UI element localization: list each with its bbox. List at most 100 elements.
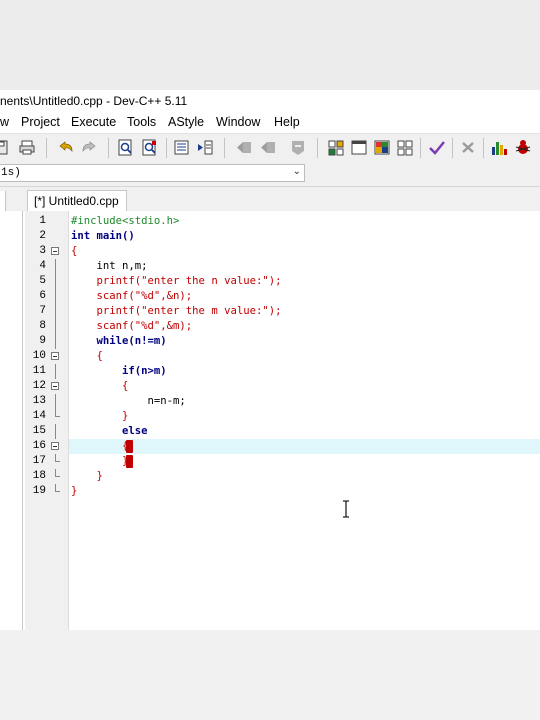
toolbar-separator (452, 138, 453, 158)
compiler-select[interactable]: 1s) ⌄ (0, 164, 305, 182)
toolbar-separator (483, 138, 484, 158)
indent-icon[interactable] (173, 139, 191, 156)
toolbar (0, 133, 540, 163)
devcpp-window: nents\Untitled0.cpp - Dev-C++ 5.11 w Pro… (0, 90, 540, 630)
code-line: 12 { (25, 379, 540, 394)
code-line: 15 else (25, 424, 540, 439)
save-all-icon[interactable] (0, 139, 10, 156)
menu-view[interactable]: w (0, 115, 9, 129)
toolbar-separator (166, 138, 167, 158)
code-text: } (71, 410, 129, 422)
fold-line (55, 394, 56, 409)
toolbar-separator (224, 138, 225, 158)
line-number: 7 (39, 305, 46, 317)
line-number: 13 (32, 395, 46, 407)
code-text: int main() (71, 230, 135, 242)
toolbar-separator (46, 138, 47, 158)
fold-line (55, 304, 56, 319)
tab-untitled0[interactable]: [*] Untitled0.cpp (27, 190, 127, 211)
toolbar-separator (420, 138, 421, 158)
line-number: 9 (39, 335, 46, 347)
line-number: 16 (32, 440, 46, 452)
line-number: 17 (32, 455, 46, 467)
code-text: { (71, 380, 129, 392)
menu-bar: w Project Execute Tools AStyle Window He… (0, 112, 540, 132)
code-line: 8 scanf("%d",&m); (25, 319, 540, 334)
fold-end-marker (55, 409, 60, 417)
line-number: 2 (39, 230, 46, 242)
menu-help[interactable]: Help (274, 115, 300, 129)
fold-toggle-icon[interactable] (51, 442, 59, 450)
debug-icon[interactable] (514, 139, 532, 156)
chart-icon[interactable] (490, 139, 508, 156)
line-number: 19 (32, 485, 46, 497)
project-browser-panel (0, 211, 23, 630)
code-text: { (71, 350, 103, 362)
line-number: 12 (32, 380, 46, 392)
code-line: 13 n=n-m; (25, 394, 540, 409)
menu-project[interactable]: Project (21, 115, 60, 129)
line-number: 10 (32, 350, 46, 362)
fold-end-marker (55, 469, 60, 477)
menu-astyle[interactable]: AStyle (168, 115, 204, 129)
code-text: } (71, 470, 103, 482)
line-number: 18 (32, 470, 46, 482)
code-line: 4 int n,m; (25, 259, 540, 274)
fold-toggle-icon[interactable] (51, 382, 59, 390)
project-panel-tab[interactable] (0, 191, 6, 211)
code-text: while(n!=m) (71, 335, 167, 347)
menu-window[interactable]: Window (216, 115, 260, 129)
new-project-icon[interactable] (327, 139, 345, 156)
layout-icon[interactable] (373, 139, 391, 156)
fold-line (55, 274, 56, 289)
code-line: 2 int main() (25, 229, 540, 244)
bookmark-next-icon[interactable] (259, 139, 277, 156)
find-icon[interactable] (117, 139, 135, 156)
chevron-down-icon[interactable]: ⌄ (293, 166, 301, 177)
fold-toggle-icon[interactable] (51, 352, 59, 360)
undo-icon[interactable] (57, 139, 75, 156)
print-icon[interactable] (18, 139, 36, 156)
fold-line (55, 364, 56, 379)
redo-icon[interactable] (80, 139, 98, 156)
code-text: printf("enter the m value:"); (71, 305, 282, 317)
brace-match-highlight (126, 440, 133, 453)
code-text: } (71, 455, 129, 467)
toolbar-separator (108, 138, 109, 158)
code-text: } (71, 485, 78, 497)
code-line: 5 printf("enter the n value:"); (25, 274, 540, 289)
code-line: 11 if(n>m) (25, 364, 540, 379)
code-editor[interactable]: 1 #include<stdio.h> 2 int main() 3{4 int n,m… (25, 211, 540, 630)
editor-tabs: [*] Untitled0.cpp (0, 187, 540, 211)
code-line: 9 while(n!=m) (25, 334, 540, 349)
code-text: { (71, 245, 78, 257)
menu-tools[interactable]: Tools (127, 115, 156, 129)
fold-toggle-icon[interactable] (51, 247, 59, 255)
code-line: 6 scanf("%d",&n); (25, 289, 540, 304)
code-line: 16 { (25, 439, 540, 454)
brace-match-highlight (126, 455, 133, 468)
text-cursor-icon (343, 500, 349, 518)
unindent-icon[interactable] (196, 139, 214, 156)
code-line: 3{ (25, 244, 540, 259)
code-text: { (71, 440, 129, 452)
compiler-select-value: 1s) (1, 167, 21, 179)
code-text: n=n-m; (71, 395, 186, 407)
line-number: 1 (39, 215, 46, 227)
bookmark-toggle-icon[interactable] (289, 139, 307, 156)
grid-icon[interactable] (396, 139, 414, 156)
fold-line (55, 334, 56, 349)
line-number: 14 (32, 410, 46, 422)
fold-end-marker (55, 484, 60, 492)
replace-icon[interactable] (141, 139, 159, 156)
fold-end-marker (55, 454, 60, 462)
code-line: 1 #include<stdio.h> (25, 214, 540, 229)
bookmark-prev-icon[interactable] (235, 139, 253, 156)
window-icon[interactable] (350, 139, 368, 156)
code-line: 14 } (25, 409, 540, 424)
code-text: scanf("%d",&n); (71, 290, 193, 302)
code-line: 7 printf("enter the m value:"); (25, 304, 540, 319)
check-icon[interactable] (428, 139, 446, 156)
menu-execute[interactable]: Execute (71, 115, 116, 129)
close-icon[interactable] (459, 139, 477, 156)
